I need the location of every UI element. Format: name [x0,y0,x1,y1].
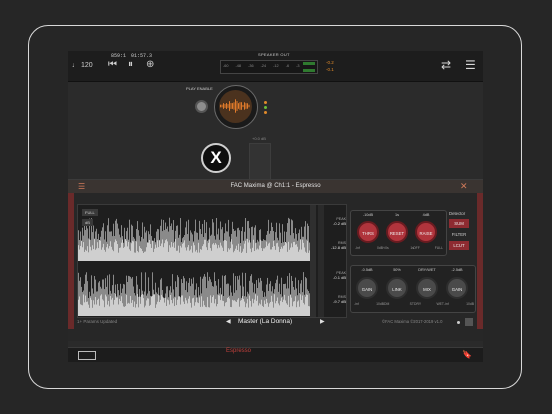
meter-bar-left [303,62,315,65]
gain1-range: -inf 10dB [354,302,384,306]
maxima-plugin-node[interactable]: X [201,143,231,173]
gain1-value: -0.5dB [361,268,373,272]
detector-label: Detector [449,211,466,216]
output-section: -0.5dB GAIN -inf 10dB 50% LINK DM ST DRY/W… [350,265,476,313]
resize-handle[interactable] [465,318,473,326]
mix-knob[interactable]: MIX [416,277,438,299]
output-level-meter [318,205,324,317]
gain2-range: -inf 10dB [444,302,474,306]
plugin-window: ☰ FAC Maxima @ Ch1:1 - Espresso ✕ FULL d… [68,179,483,348]
peak-right: -0.1 [326,67,334,72]
top-toolbar: ♩ 120 859:1 01:57.3 ⏮ ⏸ ⊕ SPEAKER OUT -6… [68,51,483,82]
raise-range: OFF FULL [413,246,443,250]
reset-knob[interactable]: RESET [386,221,408,243]
mix-value: DRY/WET [418,268,436,272]
plugin-title: FAC Maxima @ Ch1:1 - Espresso [230,183,321,189]
routing-icon[interactable]: ⇄ [441,59,451,71]
link-knob[interactable]: LINK [386,277,408,299]
status-text: 1+ Params Updated [77,319,118,324]
plugin-footer: 1+ Params Updated ◀ Master (La Donna) ▶ … [68,317,483,331]
version-text: ©FAC Maxima ©2017-2019 v1.0 [382,319,443,324]
pause-icon[interactable]: ⏸ [128,60,133,70]
play-enable-label: PLAY ENABLE [186,86,213,91]
reset-range: -0s 1s [384,246,414,250]
sum-button[interactable]: SUM [449,219,469,228]
plugin-side-right [477,193,483,329]
prev-preset-icon[interactable]: ◀ [226,318,231,325]
plugin-header: ☰ FAC Maxima @ Ch1:1 - Espresso ✕ [68,180,483,193]
filter-button[interactable]: FILTER [449,230,469,239]
indicator-dot [457,321,460,324]
stat-peak-bottom: PEAK -0.1 dB [333,271,346,280]
thres-value: -10dB [362,213,374,217]
rewind-icon[interactable]: ⏮ [108,60,117,70]
source-waveform [220,99,250,113]
menu-icon[interactable]: ☰ [465,59,476,71]
preset-name[interactable]: Master (La Donna) [238,318,292,325]
app-screen: ♩ 120 859:1 01:57.3 ⏮ ⏸ ⊕ SPEAKER OUT -6… [68,51,483,362]
play-enable-toggle[interactable] [195,100,208,113]
fader-label: +0.0 dB [252,136,266,141]
level-stats: PEAK -0.2 dB RMS -12.8 dB PEAK -0.1 dB RMS -… [326,205,346,317]
plugin-side-left [68,193,74,329]
link-value: 50% [393,268,401,272]
waveform-bottom [78,262,316,316]
keyboard-icon[interactable] [78,351,96,360]
thres-knob[interactable]: THRS [357,221,379,243]
full-view-button[interactable]: FULL [82,209,98,216]
channel-name[interactable]: Espresso [226,348,251,354]
meter-ticks: -60 -48 -36 -24 -12 -6 -3 [223,64,300,68]
thres-range: -Inf 0dB+ [355,246,385,250]
stat-peak-top: PEAK -0.2 dB [333,217,346,226]
record-icon[interactable]: ⊕ [146,60,154,70]
reset-value: 1s [394,213,399,217]
input-gain-knob[interactable]: GAIN [356,277,378,299]
output-gain-knob[interactable]: GAIN [446,277,468,299]
waveform-display: FULL dB PEAK -0.2 dB RMS -12.8 dB PEAK -0.1… [77,204,347,318]
tempo-display[interactable]: ♩ 120 [72,62,93,69]
node-leds [264,101,267,116]
meter-bar-right [303,69,315,72]
bottom-bar [68,347,483,362]
audio-source-node[interactable] [214,85,258,129]
waveform-top [78,207,316,261]
stat-rms-bottom: RMS -9.7 dB [333,295,346,304]
peak-left: -0.2 [326,60,334,65]
mix-range: DRY WET [414,302,444,306]
meter-label: SPEAKER OUT [258,52,290,57]
next-preset-icon[interactable]: ▶ [320,318,325,325]
raise-knob[interactable]: RAISE [415,221,437,243]
stat-rms-top: RMS -12.8 dB [330,241,346,250]
lcut-button[interactable]: LCUT [449,241,469,250]
limiter-section: -10dB THRS -Inf 0dB+ 1s RESET -0s 1s 4dB R… [350,210,447,256]
gain2-value: -2.5dB [451,268,463,272]
gain-reduction-meter [310,205,316,317]
bookmark-icon[interactable]: 🔖 [462,350,472,359]
raise-value: 4dB [422,213,430,217]
link-range: DM ST [384,302,414,306]
db-view-button[interactable]: dB [82,219,93,226]
output-meter: -60 -48 -36 -24 -12 -6 -3 [220,60,318,74]
close-icon[interactable]: ✕ [460,181,468,192]
